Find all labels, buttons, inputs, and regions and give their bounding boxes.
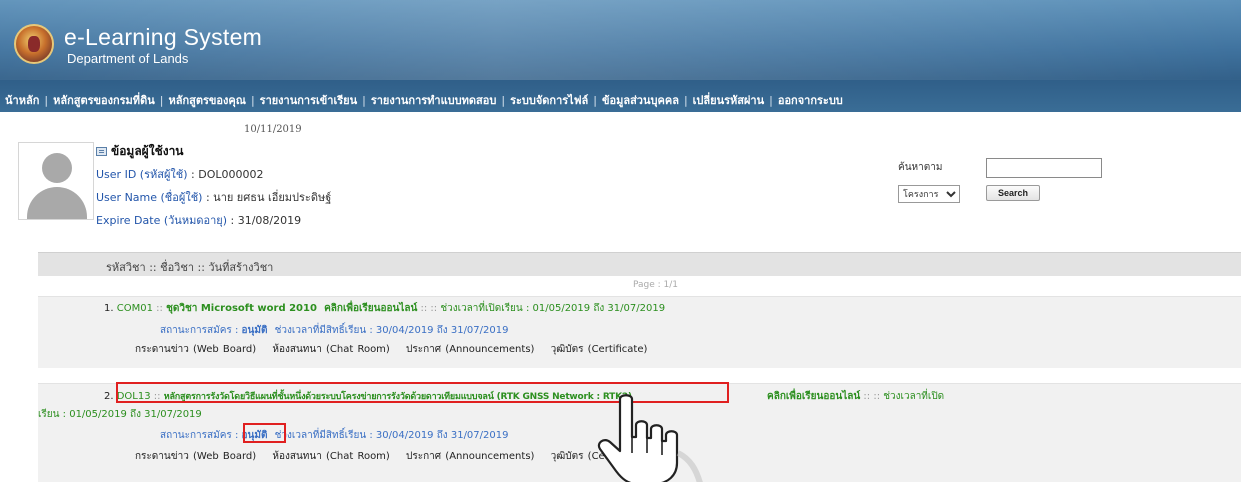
user-id-row: User ID (รหัสผู้ใช้) : DOL000002 <box>96 165 263 183</box>
status-label: สถานะการสมัคร : <box>160 430 239 441</box>
open-period-label: ช่วงเวลาที่เปิด <box>883 391 945 402</box>
chatroom-link[interactable]: ห้องสนทนา (Chat Room) <box>272 344 389 355</box>
status-highlight <box>243 423 286 443</box>
user-info-title-text: ข้อมูลผู้ใช้งาน <box>111 144 184 158</box>
course-number: 2. <box>104 391 114 402</box>
announcements-link[interactable]: ประกาศ (Announcements) <box>406 344 534 355</box>
certificate-link[interactable]: วุฒิบัตร (Certificate) <box>551 344 648 355</box>
learn-online-link[interactable]: คลิกเพื่อเรียนออนไลน์ <box>324 303 417 314</box>
hand-pointer-icon <box>597 394 703 482</box>
avatar <box>18 142 94 220</box>
search-type-select[interactable]: โครงการ <box>898 185 960 203</box>
course-list-header: รหัสวิชา :: ชื่อวิชา :: วันที่สร้างวิชา <box>38 252 1241 276</box>
chatroom-link[interactable]: ห้องสนทนา (Chat Room) <box>272 451 389 462</box>
system-subtitle: Department of Lands <box>67 51 189 66</box>
open-period-value: : 01/05/2019 ถึง 31/07/2019 <box>525 303 666 314</box>
user-id-value: : DOL000002 <box>191 168 264 181</box>
avatar-head <box>42 153 72 183</box>
open-period-value: เรียน : 01/05/2019 ถึง 31/07/2019 <box>38 409 202 420</box>
main-nav: น้าหลัก | หลักสูตรของกรมที่ดิน | หลักสูต… <box>0 90 848 110</box>
search-button[interactable]: Search <box>986 185 1040 201</box>
course-status-line: สถานะการสมัคร : อนุมัติ ช่วงเวลาที่มีสิท… <box>160 428 508 443</box>
header-banner: e-Learning System Department of Lands น้… <box>0 0 1241 112</box>
course-title-line: 1. COM01 :: ชุดวิชา Microsoft word 2010 … <box>104 301 665 316</box>
expire-date-value: : 31/08/2019 <box>230 214 302 227</box>
nav-file-manager[interactable]: ระบบจัดการไฟล์ <box>505 91 593 109</box>
course-number: 1. <box>104 303 114 314</box>
course-separator: :: <box>156 303 163 314</box>
seal-logo-icon <box>14 24 54 64</box>
webboard-link[interactable]: กระดานข่าว (Web Board) <box>135 344 256 355</box>
page-indicator: Page : 1/1 <box>633 280 679 290</box>
course-links-line: กระดานข่าว (Web Board) ห้องสนทนา (Chat R… <box>135 449 647 464</box>
course-status-line: สถานะการสมัคร : อนุมัติ ช่วงเวลาที่มีสิท… <box>160 323 508 338</box>
announcements-link[interactable]: ประกาศ (Announcements) <box>406 451 534 462</box>
search-label: ค้นหาตาม <box>898 162 943 173</box>
current-date: 10/11/2019 <box>244 124 302 135</box>
open-period-label: ช่วงเวลาที่เปิดเรียน <box>440 303 523 314</box>
course-separator-2: :: :: <box>420 303 438 314</box>
expire-date-row: Expire Date (วันหมดอายุ) : 31/08/2019 <box>96 211 301 229</box>
nav-my-courses[interactable]: หลักสูตรของคุณ <box>163 91 250 109</box>
nav-department-courses[interactable]: หลักสูตรของกรมที่ดิน <box>48 91 160 109</box>
right-period-value: : 30/04/2019 ถึง 31/07/2019 <box>369 430 509 441</box>
nav-home[interactable]: น้าหลัก <box>0 91 44 109</box>
search-input[interactable] <box>986 158 1102 178</box>
course-separator-2: :: :: <box>863 391 881 402</box>
nav-logout[interactable]: ออกจากระบบ <box>773 91 848 109</box>
right-period-label: ช่วงเวลาที่มีสิทธิ์เรียน <box>274 430 367 441</box>
user-id-label: User ID (รหัสผู้ใช้) <box>96 168 188 181</box>
learn-online-link[interactable]: คลิกเพื่อเรียนออนไลน์ <box>767 391 860 402</box>
nav-test-report[interactable]: รายงานการทำแบบทดสอบ <box>366 91 502 109</box>
user-name-row: User Name (ชื่อผู้ใช้) : นาย ยศธน เอี่ยม… <box>96 188 331 206</box>
course-links-line: กระดานข่าว (Web Board) ห้องสนทนา (Chat R… <box>135 342 647 357</box>
open-period-continued: เรียน : 01/05/2019 ถึง 31/07/2019 <box>38 407 202 422</box>
expire-date-label: Expire Date (วันหมดอายุ) <box>96 214 227 227</box>
avatar-body <box>27 187 87 219</box>
right-period-value: : 30/04/2019 ถึง 31/07/2019 <box>369 325 509 336</box>
course-name-link[interactable]: ชุดวิชา Microsoft word 2010 <box>166 303 317 314</box>
system-title: e-Learning System <box>64 24 263 50</box>
course-title-line-tail: คลิกเพื่อเรียนออนไลน์ :: :: ช่วงเวลาที่เ… <box>767 389 944 404</box>
webboard-link[interactable]: กระดานข่าว (Web Board) <box>135 451 256 462</box>
course-list-header-text: รหัสวิชา :: ชื่อวิชา :: วันที่สร้างวิชา <box>106 261 274 274</box>
user-name-label: User Name (ชื่อผู้ใช้) <box>96 191 203 204</box>
user-name-value: : นาย ยศธน เอี่ยมประดิษฐ์ <box>205 191 332 204</box>
nav-change-password[interactable]: เปลี่ยนรหัสผ่าน <box>688 91 769 109</box>
id-card-icon <box>96 147 107 156</box>
course-code: COM01 <box>116 303 153 314</box>
nav-attendance-report[interactable]: รายงานการเข้าเรียน <box>255 91 362 109</box>
user-info-title: ข้อมูลผู้ใช้งาน <box>96 142 184 161</box>
right-period-label: ช่วงเวลาที่มีสิทธิ์เรียน <box>274 325 367 336</box>
course-item: 1. COM01 :: ชุดวิชา Microsoft word 2010 … <box>38 296 1241 368</box>
status-label: สถานะการสมัคร : <box>160 325 239 336</box>
nav-personal-info[interactable]: ข้อมูลส่วนบุคคล <box>597 91 684 109</box>
status-value: อนุมัติ <box>241 325 268 336</box>
